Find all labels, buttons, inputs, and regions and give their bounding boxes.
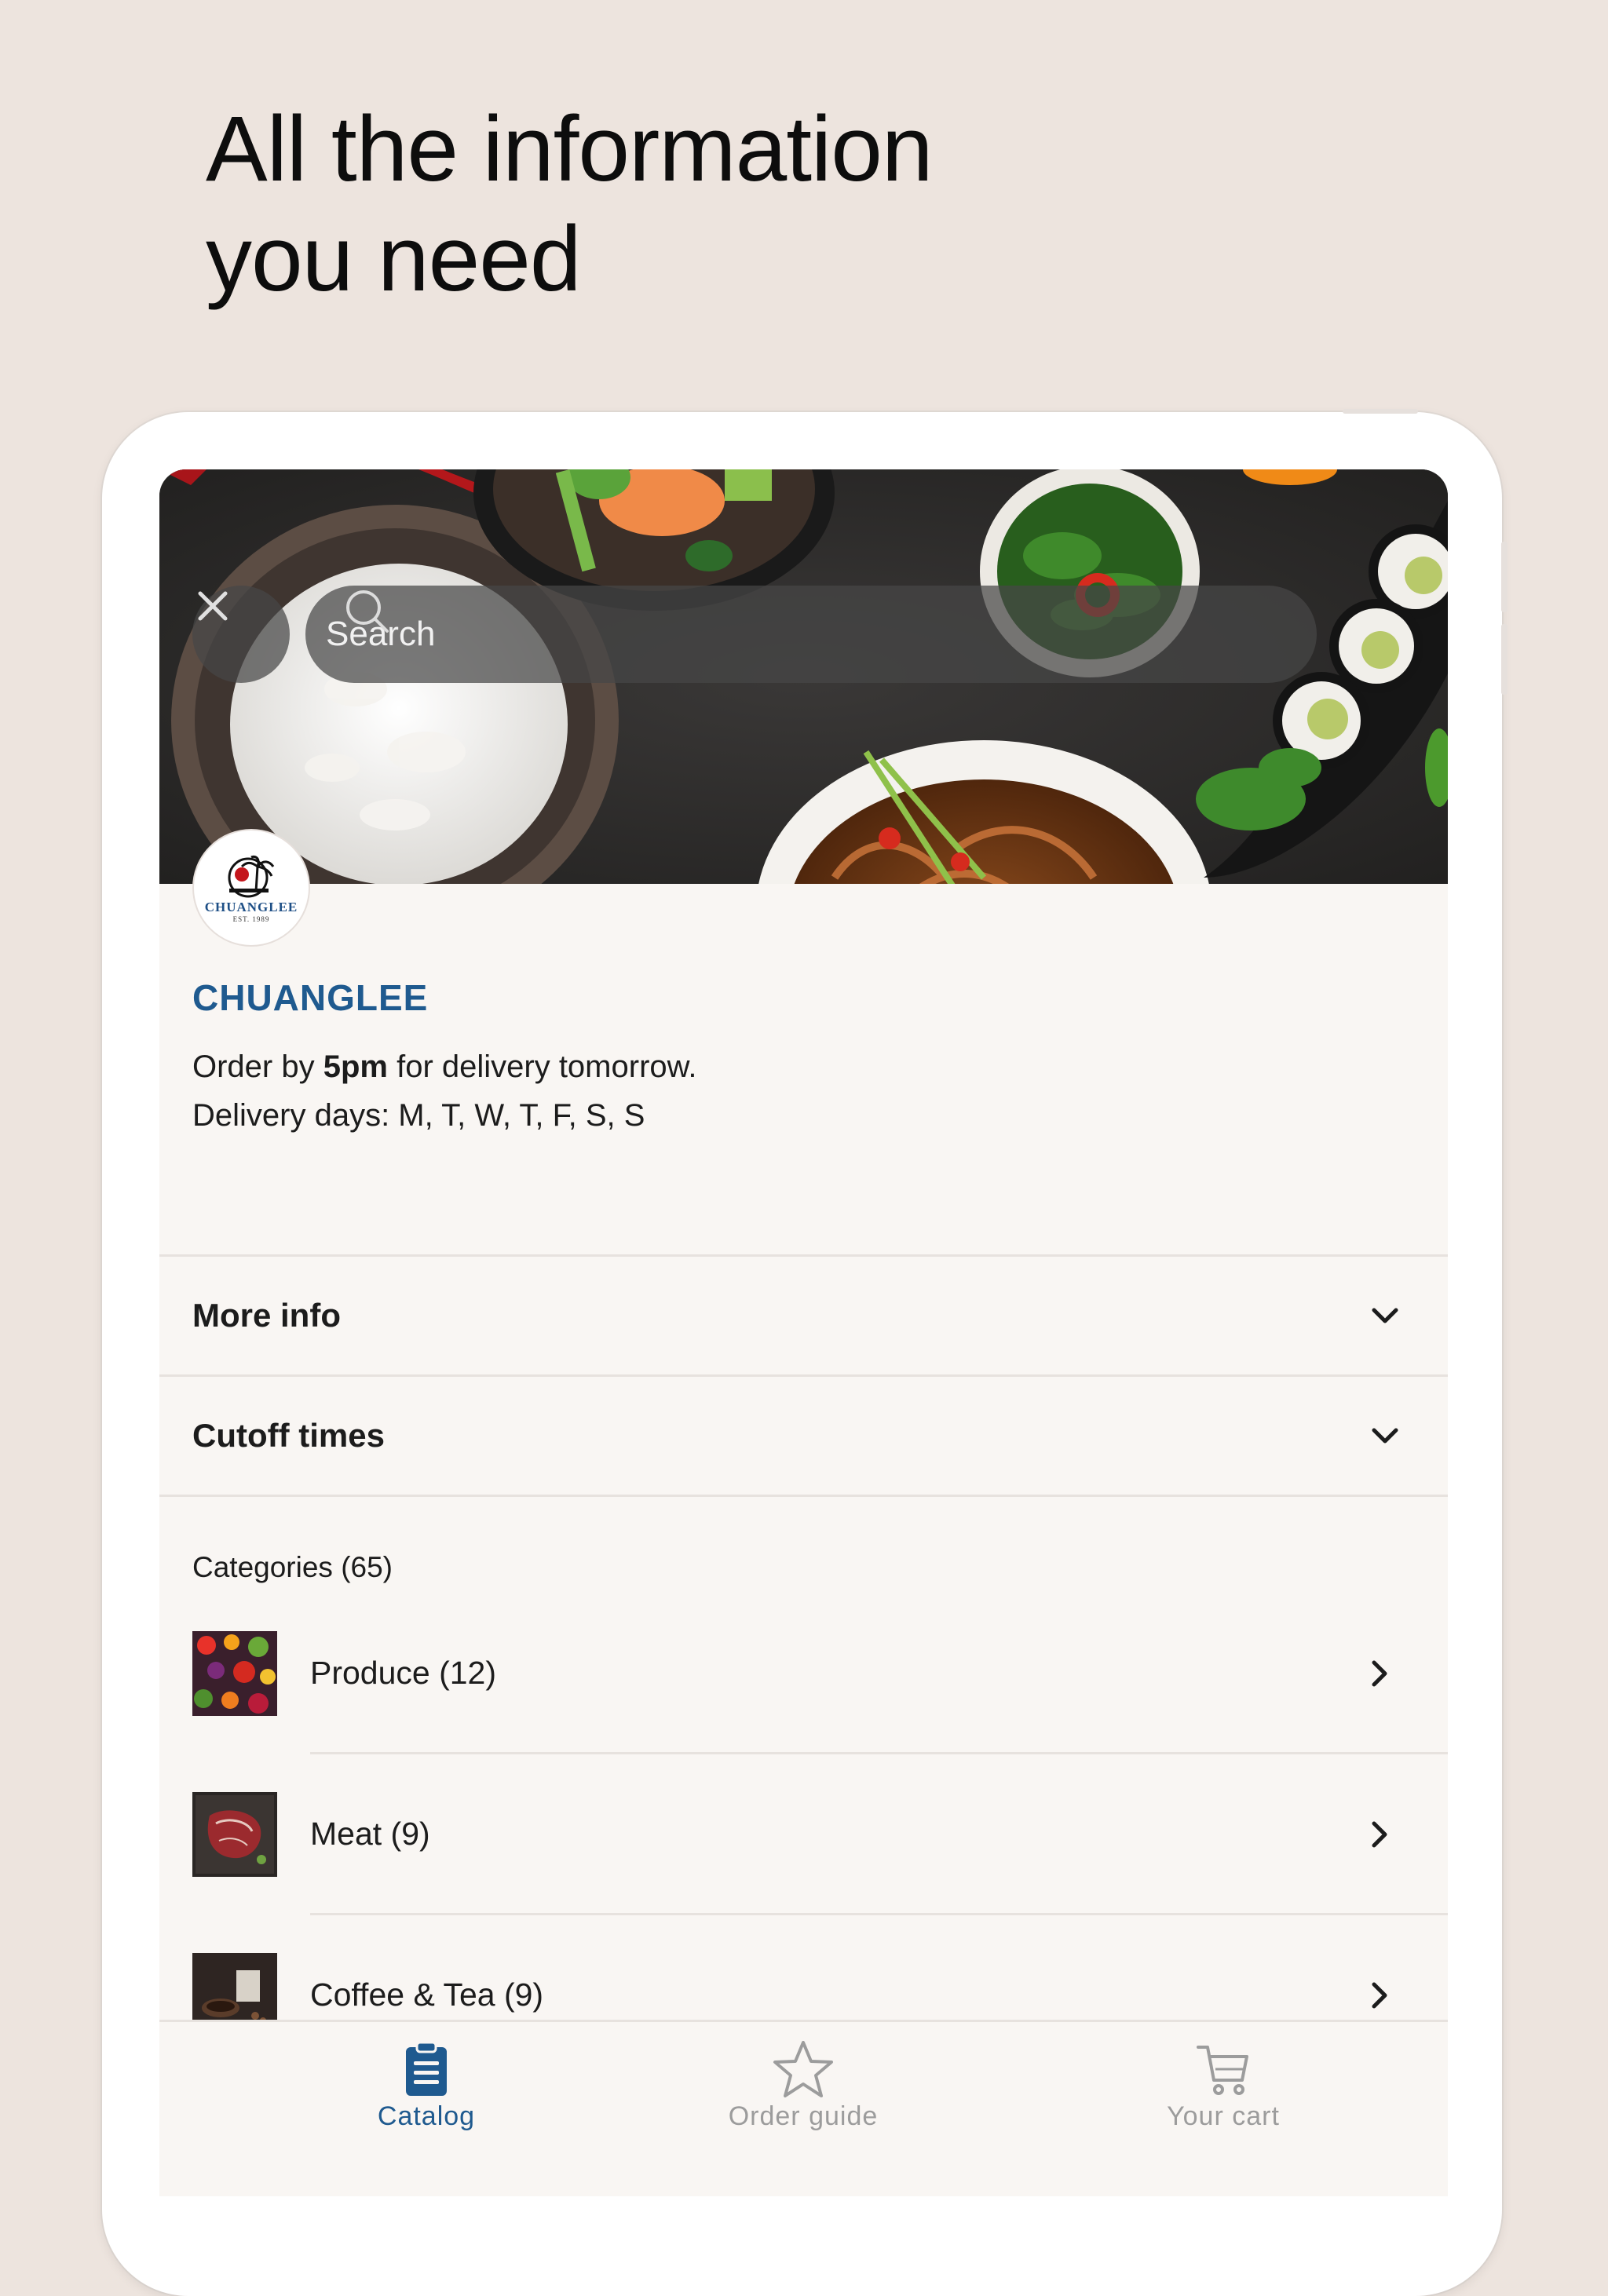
promo-headline-line2: you need [206,207,582,311]
more-info-title: More info [192,1297,341,1334]
promo-headline-line1: All the information [206,97,933,201]
category-row-meat[interactable]: Meat (9) [159,1784,1448,1941]
chevron-right-icon [1372,1982,1387,2009]
store-logo: CHUANGLEE EST. 1989 [192,829,310,947]
cart-icon [1197,2046,1248,2095]
chevron-down-icon [1372,1428,1398,1444]
tab-order-guide[interactable]: Order guide [685,2022,921,2132]
star-icon [773,2041,833,2097]
close-icon [198,591,228,621]
more-info-accordion[interactable]: More info [159,1257,1448,1374]
delivery-days-text: Delivery days: M, T, W, T, F, S, S [192,1098,645,1133]
order-prefix: Order by [192,1049,323,1084]
promo-headline: All the information you need [206,94,933,314]
tablet-volume-up-button [1501,542,1508,612]
divider [159,1495,1448,1497]
cutoff-times-accordion[interactable]: Cutoff times [159,1377,1448,1495]
tab-label: Order guide [728,2101,879,2131]
search-icon [346,590,389,633]
search-input[interactable]: Search [305,586,1317,683]
tab-your-cart[interactable]: Your cart [1106,2022,1341,2132]
category-row-produce[interactable]: Produce (12) [159,1623,1448,1780]
tablet-volume-down-button [1501,624,1508,695]
category-label: Meat (9) [310,1816,430,1852]
store-name: CHUANGLEE [192,977,429,1018]
row-divider [310,1752,1448,1754]
order-cutoff-text: Order by 5pm for delivery tomorrow. [192,1042,696,1091]
logo-wordmark: CHUANGLEE [204,900,298,914]
category-label: Coffee & Tea (9) [310,1977,544,2013]
tab-catalog[interactable]: Catalog [309,2022,544,2132]
clipboard-icon [406,2041,447,2096]
hero-banner: Search [159,469,1448,884]
row-divider [310,1913,1448,1915]
chevron-down-icon [1372,1308,1398,1323]
app-screen: Search CHUANGLEE EST. 1989 CHUANGLEE Ord… [159,469,1448,2196]
tab-label: Catalog [377,2101,476,2131]
chevron-right-icon [1372,1660,1387,1687]
delivery-info: Order by 5pm for delivery tomorrow. Deli… [192,1042,696,1140]
chevron-right-icon [1372,1821,1387,1848]
category-label: Produce (12) [310,1655,497,1691]
palm-tree-icon [228,855,275,898]
produce-thumbnail [192,1631,277,1716]
categories-header: Categories (65) [192,1551,393,1583]
order-suffix: for delivery tomorrow. [387,1049,697,1084]
tablet-top-button [1343,409,1418,414]
tab-label: Your cart [1167,2101,1280,2131]
close-search-button[interactable] [192,586,290,683]
logo-established: EST. 1989 [232,915,270,923]
order-time: 5pm [323,1049,388,1084]
meat-thumbnail [192,1792,277,1877]
bottom-tab-bar: Catalog Order guide Your cart [159,2020,1448,2196]
cutoff-times-title: Cutoff times [192,1417,385,1454]
